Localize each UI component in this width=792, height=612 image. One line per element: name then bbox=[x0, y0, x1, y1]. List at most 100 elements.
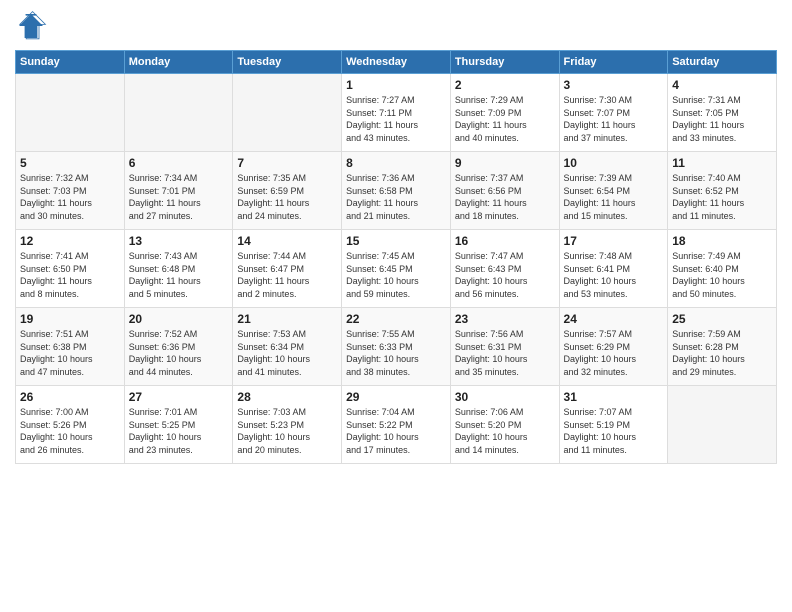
day-info: Sunrise: 7:03 AM Sunset: 5:23 PM Dayligh… bbox=[237, 406, 337, 456]
day-info: Sunrise: 7:07 AM Sunset: 5:19 PM Dayligh… bbox=[564, 406, 664, 456]
day-number: 3 bbox=[564, 78, 664, 92]
calendar-cell: 13Sunrise: 7:43 AM Sunset: 6:48 PM Dayli… bbox=[124, 230, 233, 308]
day-info: Sunrise: 7:32 AM Sunset: 7:03 PM Dayligh… bbox=[20, 172, 120, 222]
day-number: 22 bbox=[346, 312, 446, 326]
day-number: 16 bbox=[455, 234, 555, 248]
calendar-cell: 31Sunrise: 7:07 AM Sunset: 5:19 PM Dayli… bbox=[559, 386, 668, 464]
day-number: 25 bbox=[672, 312, 772, 326]
calendar-table: SundayMondayTuesdayWednesdayThursdayFrid… bbox=[15, 50, 777, 464]
calendar-cell: 8 Sunrise: 7:36 AM Sunset: 6:58 PM Daylig… bbox=[342, 152, 451, 230]
header-cell-saturday: Saturday bbox=[668, 51, 777, 74]
day-info: Sunrise: 7:30 AM Sunset: 7:07 PM Dayligh… bbox=[564, 94, 664, 144]
calendar-cell: 27 Sunrise: 7:01 AM Sunset: 5:25 PM Dayli… bbox=[124, 386, 233, 464]
day-number: 20 bbox=[129, 312, 229, 326]
day-number: 1 bbox=[346, 78, 446, 92]
day-number: 13 bbox=[129, 234, 229, 248]
day-info: Sunrise: 7:57 AM Sunset: 6:29 PM Dayligh… bbox=[564, 328, 664, 378]
calendar-cell bbox=[124, 74, 233, 152]
calendar-cell: 3 Sunrise: 7:30 AM Sunset: 7:07 PM Daylig… bbox=[559, 74, 668, 152]
calendar-week-0: 1 Sunrise: 7:27 AM Sunset: 7:11 PM Daylig… bbox=[16, 74, 777, 152]
calendar-cell: 16 Sunrise: 7:47 AM Sunset: 6:43 PM Dayli… bbox=[450, 230, 559, 308]
header-cell-friday: Friday bbox=[559, 51, 668, 74]
day-number: 8 bbox=[346, 156, 446, 170]
day-number: 5 bbox=[20, 156, 120, 170]
day-info: Sunrise: 7:48 AM Sunset: 6:41 PM Dayligh… bbox=[564, 250, 664, 300]
day-info: Sunrise: 7:00 AM Sunset: 5:26 PM Dayligh… bbox=[20, 406, 120, 456]
day-info: Sunrise: 7:53 AM Sunset: 6:34 PM Dayligh… bbox=[237, 328, 337, 378]
day-number: 23 bbox=[455, 312, 555, 326]
day-info: Sunrise: 7:29 AM Sunset: 7:09 PM Dayligh… bbox=[455, 94, 555, 144]
calendar-cell: 12 Sunrise: 7:41 AM Sunset: 6:50 PM Dayli… bbox=[16, 230, 125, 308]
header-cell-thursday: Thursday bbox=[450, 51, 559, 74]
header-cell-tuesday: Tuesday bbox=[233, 51, 342, 74]
day-info: Sunrise: 7:06 AM Sunset: 5:20 PM Dayligh… bbox=[455, 406, 555, 456]
calendar-week-3: 19Sunrise: 7:51 AM Sunset: 6:38 PM Dayli… bbox=[16, 308, 777, 386]
day-info: Sunrise: 7:47 AM Sunset: 6:43 PM Dayligh… bbox=[455, 250, 555, 300]
calendar-week-1: 5 Sunrise: 7:32 AM Sunset: 7:03 PM Daylig… bbox=[16, 152, 777, 230]
calendar-cell: 23 Sunrise: 7:56 AM Sunset: 6:31 PM Dayli… bbox=[450, 308, 559, 386]
day-number: 9 bbox=[455, 156, 555, 170]
calendar-cell: 18 Sunrise: 7:49 AM Sunset: 6:40 PM Dayli… bbox=[668, 230, 777, 308]
calendar-cell: 2 Sunrise: 7:29 AM Sunset: 7:09 PM Daylig… bbox=[450, 74, 559, 152]
calendar-body: 1 Sunrise: 7:27 AM Sunset: 7:11 PM Daylig… bbox=[16, 74, 777, 464]
calendar-cell: 19Sunrise: 7:51 AM Sunset: 6:38 PM Dayli… bbox=[16, 308, 125, 386]
logo-icon bbox=[15, 10, 47, 42]
calendar-cell: 7 Sunrise: 7:35 AM Sunset: 6:59 PM Daylig… bbox=[233, 152, 342, 230]
calendar-cell: 15Sunrise: 7:45 AM Sunset: 6:45 PM Dayli… bbox=[342, 230, 451, 308]
logo bbox=[15, 10, 51, 42]
calendar-cell: 25 Sunrise: 7:59 AM Sunset: 6:28 PM Dayli… bbox=[668, 308, 777, 386]
day-number: 6 bbox=[129, 156, 229, 170]
day-number: 7 bbox=[237, 156, 337, 170]
calendar-cell: 21 Sunrise: 7:53 AM Sunset: 6:34 PM Dayli… bbox=[233, 308, 342, 386]
header-cell-monday: Monday bbox=[124, 51, 233, 74]
day-info: Sunrise: 7:55 AM Sunset: 6:33 PM Dayligh… bbox=[346, 328, 446, 378]
calendar-cell: 6 Sunrise: 7:34 AM Sunset: 7:01 PM Daylig… bbox=[124, 152, 233, 230]
day-number: 27 bbox=[129, 390, 229, 404]
day-info: Sunrise: 7:44 AM Sunset: 6:47 PM Dayligh… bbox=[237, 250, 337, 300]
day-number: 30 bbox=[455, 390, 555, 404]
day-info: Sunrise: 7:59 AM Sunset: 6:28 PM Dayligh… bbox=[672, 328, 772, 378]
day-number: 14 bbox=[237, 234, 337, 248]
day-number: 19 bbox=[20, 312, 120, 326]
day-number: 29 bbox=[346, 390, 446, 404]
calendar-cell: 26 Sunrise: 7:00 AM Sunset: 5:26 PM Dayli… bbox=[16, 386, 125, 464]
calendar-cell: 9 Sunrise: 7:37 AM Sunset: 6:56 PM Daylig… bbox=[450, 152, 559, 230]
header-row: SundayMondayTuesdayWednesdayThursdayFrid… bbox=[16, 51, 777, 74]
day-info: Sunrise: 7:52 AM Sunset: 6:36 PM Dayligh… bbox=[129, 328, 229, 378]
day-number: 15 bbox=[346, 234, 446, 248]
day-number: 2 bbox=[455, 78, 555, 92]
calendar-cell: 22 Sunrise: 7:55 AM Sunset: 6:33 PM Dayli… bbox=[342, 308, 451, 386]
day-number: 24 bbox=[564, 312, 664, 326]
day-number: 12 bbox=[20, 234, 120, 248]
calendar-cell bbox=[16, 74, 125, 152]
day-number: 21 bbox=[237, 312, 337, 326]
calendar-week-2: 12 Sunrise: 7:41 AM Sunset: 6:50 PM Dayli… bbox=[16, 230, 777, 308]
day-info: Sunrise: 7:34 AM Sunset: 7:01 PM Dayligh… bbox=[129, 172, 229, 222]
calendar-cell: 17Sunrise: 7:48 AM Sunset: 6:41 PM Dayli… bbox=[559, 230, 668, 308]
page-header bbox=[15, 10, 777, 42]
day-number: 18 bbox=[672, 234, 772, 248]
calendar-cell bbox=[668, 386, 777, 464]
page-container: SundayMondayTuesdayWednesdayThursdayFrid… bbox=[0, 0, 792, 474]
day-info: Sunrise: 7:37 AM Sunset: 6:56 PM Dayligh… bbox=[455, 172, 555, 222]
day-info: Sunrise: 7:36 AM Sunset: 6:58 PM Dayligh… bbox=[346, 172, 446, 222]
day-number: 26 bbox=[20, 390, 120, 404]
calendar-cell: 1 Sunrise: 7:27 AM Sunset: 7:11 PM Daylig… bbox=[342, 74, 451, 152]
calendar-cell: 20 Sunrise: 7:52 AM Sunset: 6:36 PM Dayli… bbox=[124, 308, 233, 386]
day-number: 28 bbox=[237, 390, 337, 404]
calendar-cell: 5 Sunrise: 7:32 AM Sunset: 7:03 PM Daylig… bbox=[16, 152, 125, 230]
day-info: Sunrise: 7:04 AM Sunset: 5:22 PM Dayligh… bbox=[346, 406, 446, 456]
calendar-cell: 24 Sunrise: 7:57 AM Sunset: 6:29 PM Dayli… bbox=[559, 308, 668, 386]
day-info: Sunrise: 7:01 AM Sunset: 5:25 PM Dayligh… bbox=[129, 406, 229, 456]
header-cell-wednesday: Wednesday bbox=[342, 51, 451, 74]
day-info: Sunrise: 7:35 AM Sunset: 6:59 PM Dayligh… bbox=[237, 172, 337, 222]
calendar-cell: 28 Sunrise: 7:03 AM Sunset: 5:23 PM Dayli… bbox=[233, 386, 342, 464]
day-info: Sunrise: 7:41 AM Sunset: 6:50 PM Dayligh… bbox=[20, 250, 120, 300]
day-info: Sunrise: 7:27 AM Sunset: 7:11 PM Dayligh… bbox=[346, 94, 446, 144]
day-number: 4 bbox=[672, 78, 772, 92]
day-info: Sunrise: 7:49 AM Sunset: 6:40 PM Dayligh… bbox=[672, 250, 772, 300]
calendar-cell: 11Sunrise: 7:40 AM Sunset: 6:52 PM Dayli… bbox=[668, 152, 777, 230]
calendar-cell: 14 Sunrise: 7:44 AM Sunset: 6:47 PM Dayli… bbox=[233, 230, 342, 308]
day-info: Sunrise: 7:40 AM Sunset: 6:52 PM Dayligh… bbox=[672, 172, 772, 222]
day-info: Sunrise: 7:56 AM Sunset: 6:31 PM Dayligh… bbox=[455, 328, 555, 378]
